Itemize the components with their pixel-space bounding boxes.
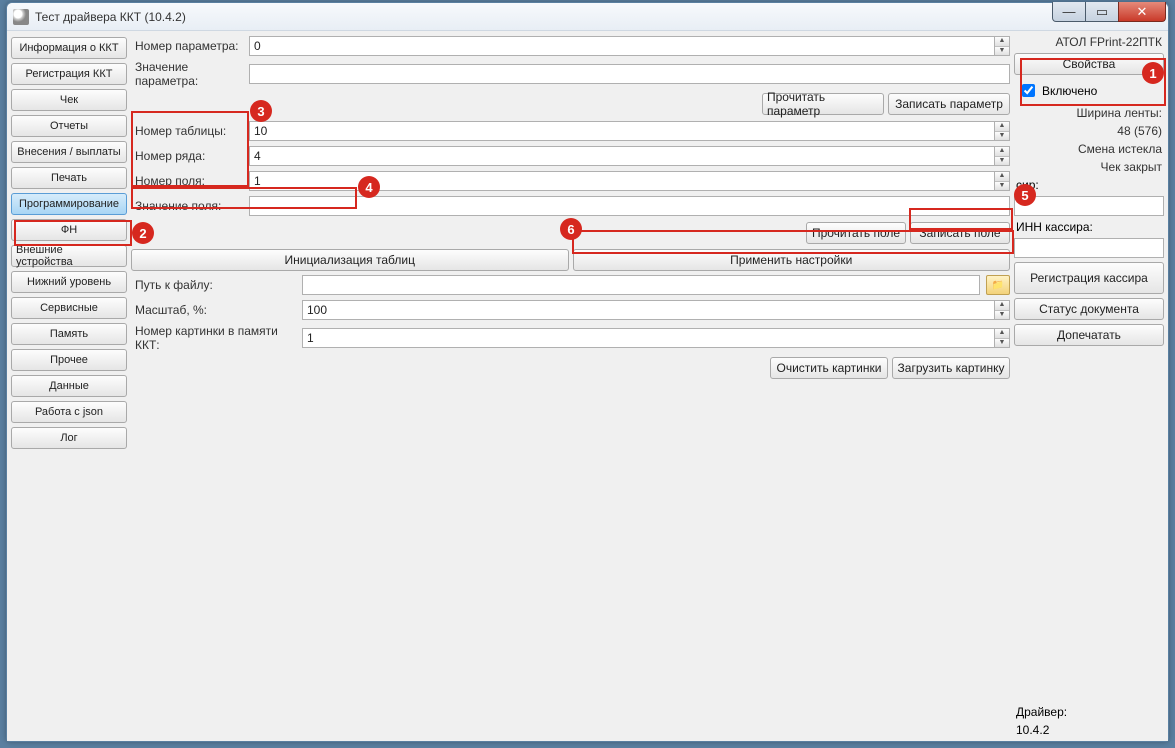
scale-label: Масштаб, %: xyxy=(131,303,296,317)
sidebar-item-lowlevel[interactable]: Нижний уровень xyxy=(11,271,127,293)
app-icon xyxy=(13,9,29,25)
sidebar-item-cashinout[interactable]: Внесения / выплаты xyxy=(11,141,127,163)
sidebar-item-info[interactable]: Информация о ККТ xyxy=(11,37,127,59)
read-param-button[interactable]: Прочитать параметр xyxy=(762,93,884,115)
sidebar-item-print[interactable]: Печать xyxy=(11,167,127,189)
titlebar: Тест драйвера ККТ (10.4.2) — ▭ ✕ xyxy=(7,3,1168,31)
picture-number-input[interactable] xyxy=(302,328,994,348)
param-value-label: Значение параметра: xyxy=(131,60,243,88)
file-path-label: Путь к файлу: xyxy=(131,278,296,292)
cashier-label-cut: сир: xyxy=(1014,178,1164,192)
sidebar-item-receipt[interactable]: Чек xyxy=(11,89,127,111)
sidebar-item-external[interactable]: Внешние устройства xyxy=(11,245,127,267)
write-field-button[interactable]: Записать поле xyxy=(910,222,1010,244)
clear-pictures-button[interactable]: Очистить картинки xyxy=(770,357,888,379)
param-number-label: Номер параметра: xyxy=(131,39,243,53)
sidebar-item-reports[interactable]: Отчеты xyxy=(11,115,127,137)
table-number-input[interactable] xyxy=(249,121,994,141)
sidebar-item-log[interactable]: Лог xyxy=(11,427,127,449)
sidebar-item-json[interactable]: Работа с json xyxy=(11,401,127,423)
enabled-checkbox[interactable] xyxy=(1022,84,1035,97)
tape-width-value: 48 (576) xyxy=(1014,124,1164,138)
left-sidebar: Информация о ККТ Регистрация ККТ Чек Отч… xyxy=(11,35,127,737)
minimize-button[interactable]: — xyxy=(1052,2,1086,22)
reprint-button[interactable]: Допечатать xyxy=(1014,324,1164,346)
cashier-input[interactable] xyxy=(1014,196,1164,216)
check-status: Чек закрыт xyxy=(1014,160,1164,174)
cashier-inn-label: ИНН кассира: xyxy=(1014,220,1164,234)
cashier-inn-input[interactable] xyxy=(1014,238,1164,258)
sidebar-item-other[interactable]: Прочее xyxy=(11,349,127,371)
sidebar-item-service[interactable]: Сервисные xyxy=(11,297,127,319)
scale-input[interactable] xyxy=(302,300,994,320)
shift-status: Смена истекла xyxy=(1014,142,1164,156)
table-number-label: Номер таблицы: xyxy=(131,124,243,138)
browse-file-button[interactable]: 📁 xyxy=(986,275,1010,295)
tape-width-label: Ширина ленты: xyxy=(1014,106,1164,120)
field-number-input[interactable] xyxy=(249,171,994,191)
enabled-label: Включено xyxy=(1042,84,1097,98)
sidebar-item-fn[interactable]: ФН xyxy=(11,219,127,241)
driver-label: Драйвер: xyxy=(1014,705,1164,719)
row-number-spinner[interactable]: ▲▼ xyxy=(994,146,1010,166)
close-button[interactable]: ✕ xyxy=(1118,2,1166,22)
field-number-label: Номер поля: xyxy=(131,174,243,188)
device-name: АТОЛ FPrint-22ПТК xyxy=(1014,35,1164,49)
field-value-input[interactable] xyxy=(249,196,1010,216)
row-number-label: Номер ряда: xyxy=(131,149,243,163)
sidebar-item-memory[interactable]: Память xyxy=(11,323,127,345)
picture-number-spinner[interactable]: ▲▼ xyxy=(994,328,1010,348)
scale-spinner[interactable]: ▲▼ xyxy=(994,300,1010,320)
register-cashier-button[interactable]: Регистрация кассира xyxy=(1014,262,1164,294)
right-panel: АТОЛ FPrint-22ПТК Свойства Включено Шири… xyxy=(1014,35,1164,737)
param-number-spinner[interactable]: ▲▼ xyxy=(994,36,1010,56)
main-panel: Номер параметра: ▲▼ Значение параметра: … xyxy=(131,35,1010,737)
apply-settings-button[interactable]: Применить настройки xyxy=(573,249,1011,271)
load-picture-button[interactable]: Загрузить картинку xyxy=(892,357,1010,379)
sidebar-item-data[interactable]: Данные xyxy=(11,375,127,397)
field-value-label: Значение поля: xyxy=(131,199,243,213)
picture-number-label: Номер картинки в памяти ККТ: xyxy=(131,324,296,352)
sidebar-item-programming[interactable]: Программирование xyxy=(11,193,127,215)
driver-version: 10.4.2 xyxy=(1014,723,1164,737)
document-status-button[interactable]: Статус документа xyxy=(1014,298,1164,320)
param-value-input[interactable] xyxy=(249,64,1010,84)
maximize-button[interactable]: ▭ xyxy=(1085,2,1119,22)
sidebar-item-registration[interactable]: Регистрация ККТ xyxy=(11,63,127,85)
write-param-button[interactable]: Записать параметр xyxy=(888,93,1010,115)
param-number-input[interactable] xyxy=(249,36,994,56)
folder-icon: 📁 xyxy=(992,280,1004,291)
table-number-spinner[interactable]: ▲▼ xyxy=(994,121,1010,141)
read-field-button[interactable]: Прочитать поле xyxy=(806,222,906,244)
properties-button[interactable]: Свойства xyxy=(1014,53,1164,75)
field-number-spinner[interactable]: ▲▼ xyxy=(994,171,1010,191)
row-number-input[interactable] xyxy=(249,146,994,166)
window-title: Тест драйвера ККТ (10.4.2) xyxy=(35,10,186,24)
init-tables-button[interactable]: Инициализация таблиц xyxy=(131,249,569,271)
file-path-input[interactable] xyxy=(302,275,980,295)
